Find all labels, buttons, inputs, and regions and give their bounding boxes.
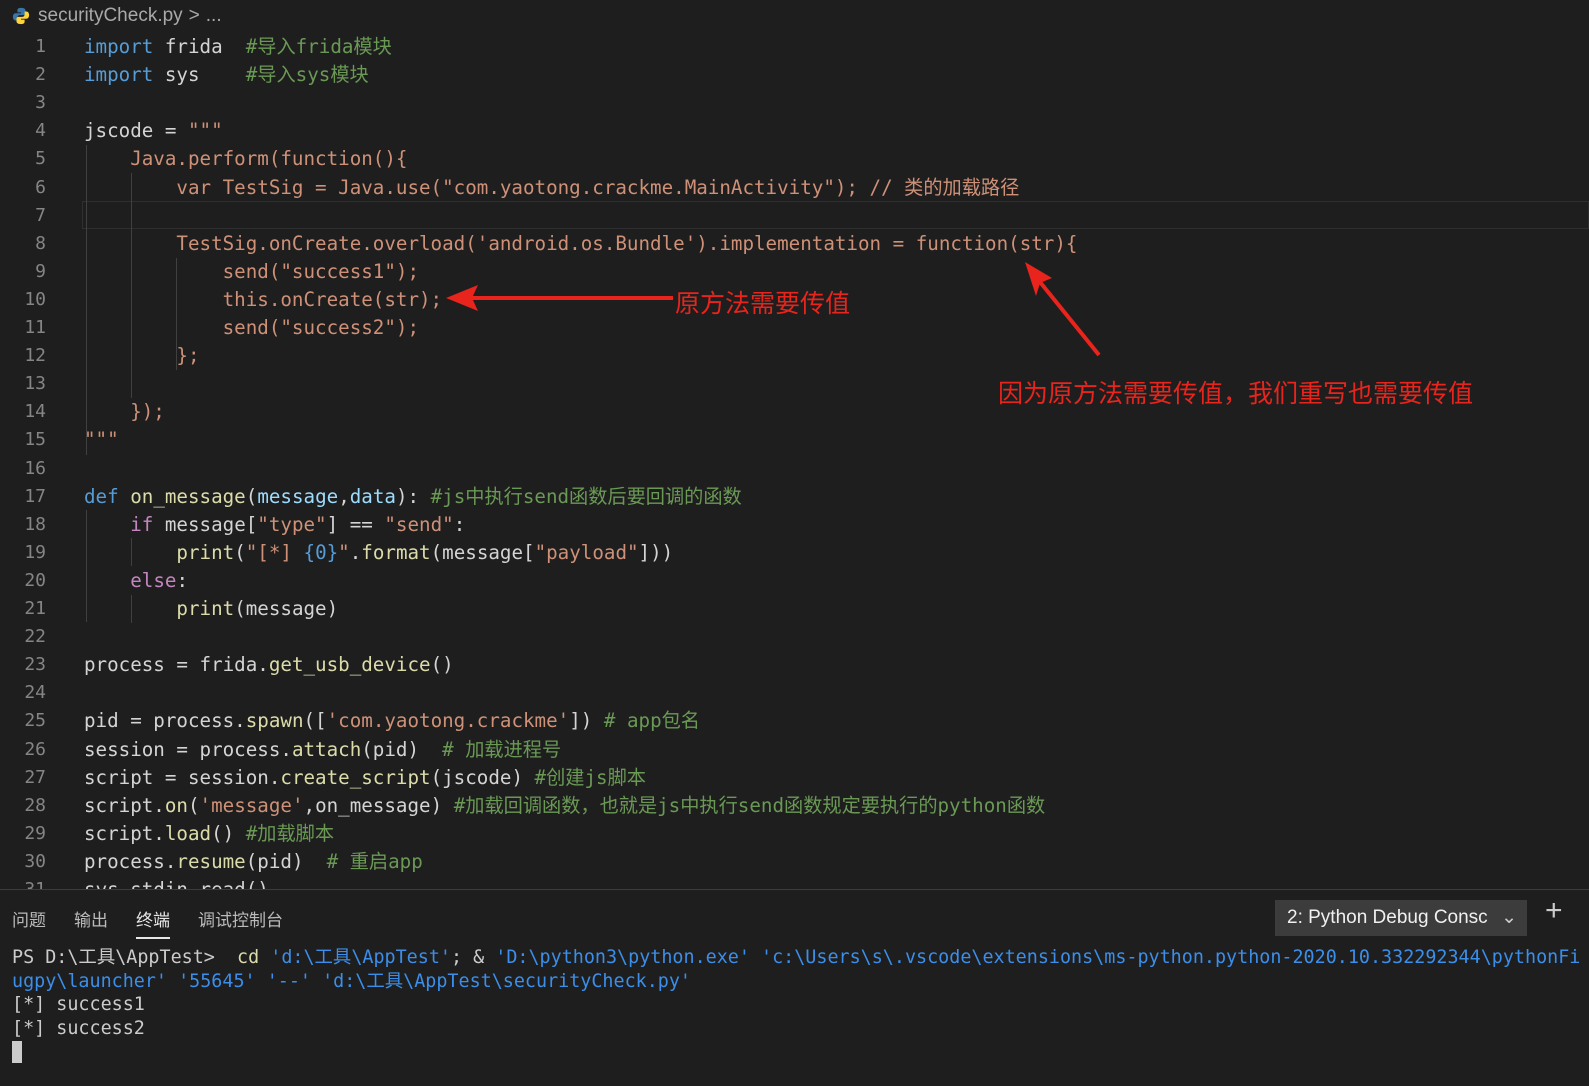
- terminal-token: PS D:\工具\AppTest>: [12, 947, 238, 968]
- terminal-token: [*] success1: [12, 994, 145, 1015]
- terminal-cursor: [12, 1041, 22, 1063]
- terminal-line: PS D:\工具\AppTest> cd 'd:\工具\AppTest'; & …: [12, 946, 1580, 970]
- terminal-token: 'd:\工具\AppTest': [270, 947, 451, 968]
- panel-tab[interactable]: 终端: [136, 902, 170, 939]
- annotation-override-explanation: 因为原方法需要传值，我们重写也需要传值: [998, 380, 1474, 408]
- terminal-token: 'c:\Users\s\.vscode\extensions\ms-python…: [761, 947, 1581, 968]
- terminal-selector-label: 2: Python Debug Consc: [1287, 907, 1488, 928]
- terminal-token: [*] success2: [12, 1017, 145, 1039]
- panel-tab[interactable]: 输出: [74, 902, 108, 935]
- terminal-selector[interactable]: 2: Python Debug Consc ⌄: [1275, 900, 1527, 936]
- arrow-1: [446, 285, 673, 311]
- panel-tab[interactable]: 问题: [12, 902, 46, 935]
- terminal-token: '--': [266, 970, 311, 992]
- panel-tabs: 问题 输出 终端 调试控制台: [0, 890, 299, 946]
- terminal-line: [*] success2: [12, 1017, 1580, 1041]
- bottom-panel: 问题 输出 终端 调试控制台 2: Python Debug Consc ⌄ + PS…: [0, 889, 1589, 1086]
- new-terminal-button[interactable]: +: [1545, 894, 1563, 928]
- terminal-token: 'd:\工具\AppTest\securityCheck.py': [322, 970, 692, 992]
- terminal-output[interactable]: PS D:\工具\AppTest> cd 'd:\工具\AppTest'; & …: [12, 946, 1580, 1064]
- terminal-line: ugpy\launcher' '55645' '--' 'd:\工具\AppTe…: [12, 970, 1580, 994]
- terminal-token: cd: [237, 947, 260, 968]
- terminal-token: ; &: [450, 947, 496, 968]
- panel-tab[interactable]: 调试控制台: [198, 902, 283, 935]
- terminal-token: ugpy\launcher': [12, 970, 168, 992]
- terminal-line: [*] success1: [12, 993, 1580, 1017]
- terminal-token: 'D:\python3\python.exe': [495, 947, 750, 968]
- terminal-token: '55645': [178, 970, 256, 992]
- annotation-original-method: 原方法需要传值: [675, 290, 851, 318]
- chevron-down-icon: ⌄: [1501, 907, 1517, 928]
- arrow-2: [1025, 262, 1101, 357]
- terminal-cursor-line: [12, 1040, 1580, 1064]
